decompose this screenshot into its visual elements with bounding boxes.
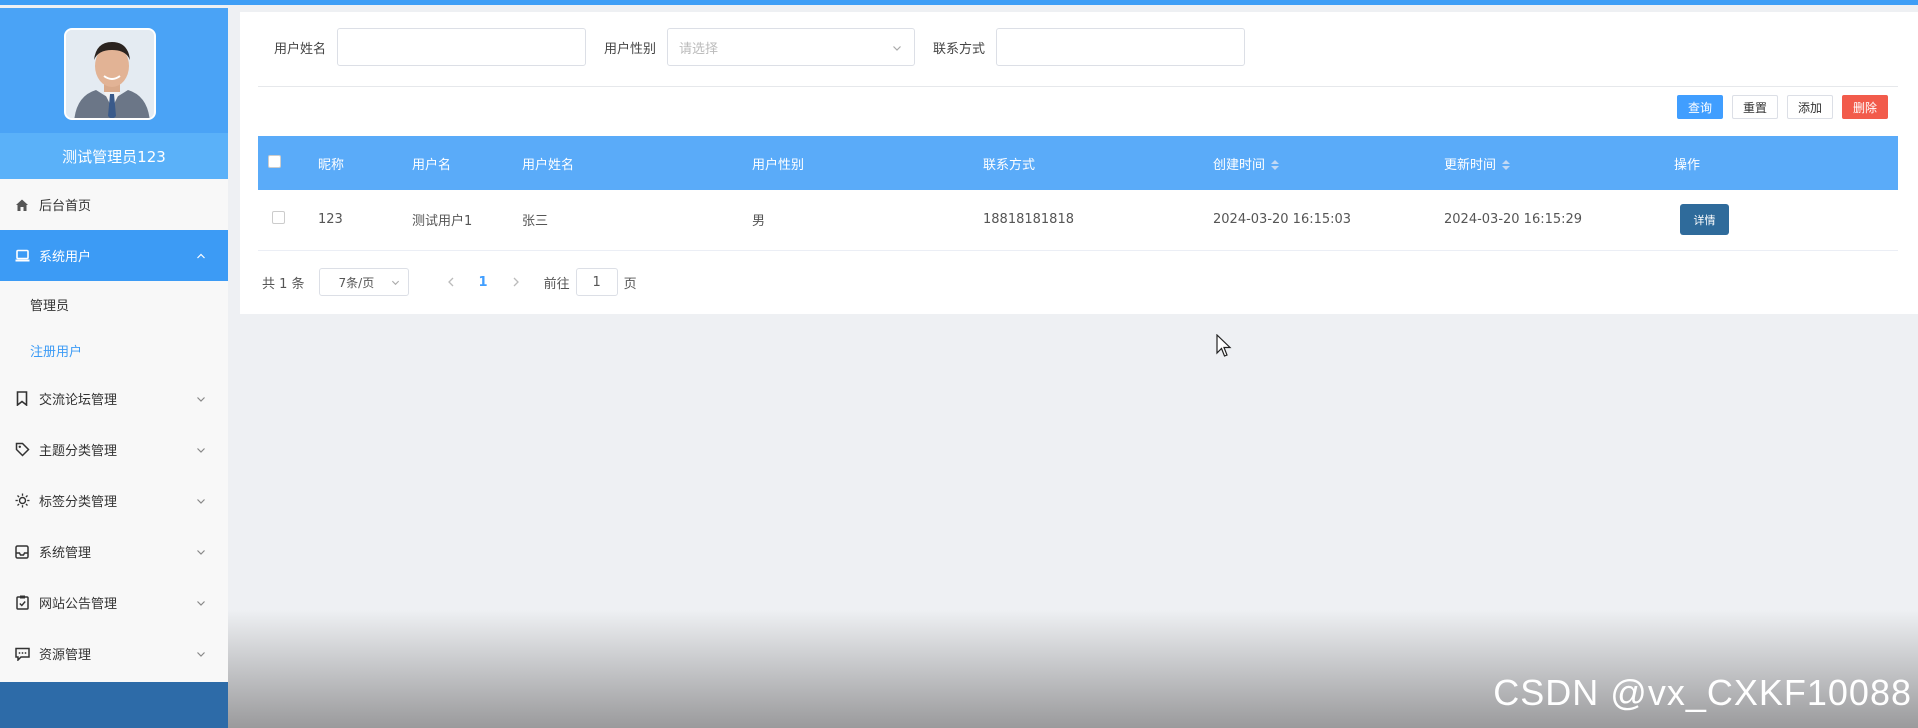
sidebar-item-system-users[interactable]: 系统用户 <box>0 230 228 281</box>
sidebar-item-tag-categories[interactable]: 标签分类管理 <box>0 475 228 526</box>
tag-icon <box>14 442 30 458</box>
sidebar-item-label: 资源管理 <box>39 648 92 663</box>
sidebar-item-topic-categories[interactable]: 主题分类管理 <box>0 424 228 475</box>
main-panel: 用户姓名 用户性别 请选择 联系方式 查询 重置 添加 删除 昵称 用户名 用户 <box>240 12 1918 314</box>
column-header-label: 更新时间 <box>1444 157 1497 173</box>
gender-label: 用户性别 <box>604 41 657 57</box>
table-header-row: 昵称 用户名 用户姓名 用户性别 联系方式 创建时间 更新时间 操作 <box>258 136 1898 190</box>
table-row: 123 测试用户1 张三 男 18818181818 2024-03-20 16… <box>258 190 1898 250</box>
name-label: 用户姓名 <box>274 41 327 57</box>
column-header: 联系方式 <box>983 157 1036 173</box>
column-header-sortable[interactable]: 创建时间 <box>1213 136 1444 190</box>
next-page-icon[interactable] <box>506 277 526 287</box>
laptop-icon <box>14 248 30 264</box>
column-header-sortable[interactable]: 更新时间 <box>1444 136 1674 190</box>
cell-nickname: 123 <box>318 212 343 228</box>
sidebar-item-announcements[interactable]: 网站公告管理 <box>0 577 228 628</box>
column-header: 用户性别 <box>752 157 805 173</box>
search-form: 用户姓名 用户性别 请选择 联系方式 <box>274 28 1263 66</box>
chevron-up-icon <box>196 251 206 261</box>
column-header: 用户姓名 <box>522 157 575 173</box>
mouse-cursor-icon <box>1216 333 1232 362</box>
name-input[interactable] <box>337 28 587 66</box>
sidebar: 测试管理员123 后台首页 系统用户 管理员 注册用户 交流论坛管理 主题分类管… <box>0 8 228 728</box>
sort-icon[interactable] <box>1502 160 1511 170</box>
row-checkbox[interactable] <box>272 211 285 225</box>
cell-username: 测试用户1 <box>412 214 473 230</box>
chevron-down-icon <box>196 445 206 455</box>
sidebar-header <box>0 8 228 133</box>
user-table: 昵称 用户名 用户姓名 用户性别 联系方式 创建时间 更新时间 操作 123 测… <box>258 136 1898 251</box>
sidebar-item-label: 主题分类管理 <box>39 444 118 459</box>
clipboard-icon <box>14 595 30 611</box>
chevron-down-icon <box>196 649 206 659</box>
chevron-down-icon <box>196 598 206 608</box>
column-header-label: 创建时间 <box>1213 157 1266 173</box>
chevron-down-icon <box>196 496 206 506</box>
sidebar-item-label: 标签分类管理 <box>39 495 118 510</box>
sidebar-item-label: 网站公告管理 <box>39 597 118 612</box>
top-accent-bar <box>0 0 1918 5</box>
gender-select[interactable]: 请选择 <box>667 28 916 66</box>
message-icon <box>14 646 30 662</box>
goto-suffix: 页 <box>623 276 637 292</box>
column-header: 昵称 <box>318 157 345 173</box>
sort-icon[interactable] <box>1271 160 1280 170</box>
pagination-total: 共 1 条 <box>262 276 305 292</box>
delete-button[interactable]: 删除 <box>1841 95 1888 119</box>
chevron-down-icon <box>196 547 206 557</box>
contact-input[interactable] <box>996 28 1246 66</box>
sidebar-subitem-registered-users[interactable]: 注册用户 <box>0 327 228 373</box>
chevron-down-icon <box>892 43 902 53</box>
current-page[interactable]: 1 <box>479 275 488 290</box>
prev-page-icon[interactable] <box>441 277 461 287</box>
sidebar-item-home[interactable]: 后台首页 <box>0 179 228 230</box>
add-button[interactable]: 添加 <box>1786 95 1833 119</box>
cell-gender: 男 <box>752 214 766 230</box>
cell-updated: 2024-03-20 16:15:29 <box>1444 212 1583 228</box>
gender-select-placeholder: 请选择 <box>679 41 719 57</box>
goto-prefix: 前往 <box>543 276 570 292</box>
avatar[interactable] <box>64 28 156 120</box>
sidebar-item-label: 系统用户 <box>39 250 92 265</box>
sidebar-footer <box>0 682 228 728</box>
chevron-down-icon <box>391 278 400 287</box>
sidebar-item-label: 系统管理 <box>39 546 92 561</box>
select-all-checkbox[interactable] <box>268 154 281 168</box>
bookmark-icon <box>14 391 30 407</box>
reset-button[interactable]: 重置 <box>1731 95 1778 119</box>
sidebar-item-label: 后台首页 <box>39 199 92 214</box>
cell-created: 2024-03-20 16:15:03 <box>1213 212 1352 228</box>
page-size-value: 7条/页 <box>338 275 375 290</box>
query-button[interactable]: 查询 <box>1676 95 1723 119</box>
sidebar-item-resources[interactable]: 资源管理 <box>0 628 228 679</box>
cell-contact: 18818181818 <box>983 212 1074 228</box>
pagination: 共 1 条 7条/页 1 前往 1 页 <box>262 268 637 296</box>
watermark: CSDN @vx_CXKF10088 <box>1493 672 1912 713</box>
column-header: 操作 <box>1674 157 1701 173</box>
home-icon <box>14 197 30 213</box>
sun-icon <box>14 493 30 509</box>
chevron-down-icon <box>196 394 206 404</box>
contact-label: 联系方式 <box>933 41 986 57</box>
action-bar: 查询 重置 添加 删除 <box>1676 95 1888 119</box>
detail-button[interactable]: 详情 <box>1680 204 1729 236</box>
goto-page-input[interactable]: 1 <box>575 268 618 296</box>
sidebar-subitem-admins[interactable]: 管理员 <box>0 281 228 327</box>
sidebar-item-forum[interactable]: 交流论坛管理 <box>0 373 228 424</box>
sidebar-user-name: 测试管理员123 <box>0 133 228 179</box>
sidebar-item-label: 交流论坛管理 <box>39 393 118 408</box>
divider <box>258 86 1898 87</box>
page-size-select[interactable]: 7条/页 <box>318 268 409 296</box>
sidebar-item-system-management[interactable]: 系统管理 <box>0 526 228 577</box>
column-header: 用户名 <box>412 157 452 173</box>
cell-realname: 张三 <box>522 214 549 230</box>
inbox-icon <box>14 544 30 560</box>
